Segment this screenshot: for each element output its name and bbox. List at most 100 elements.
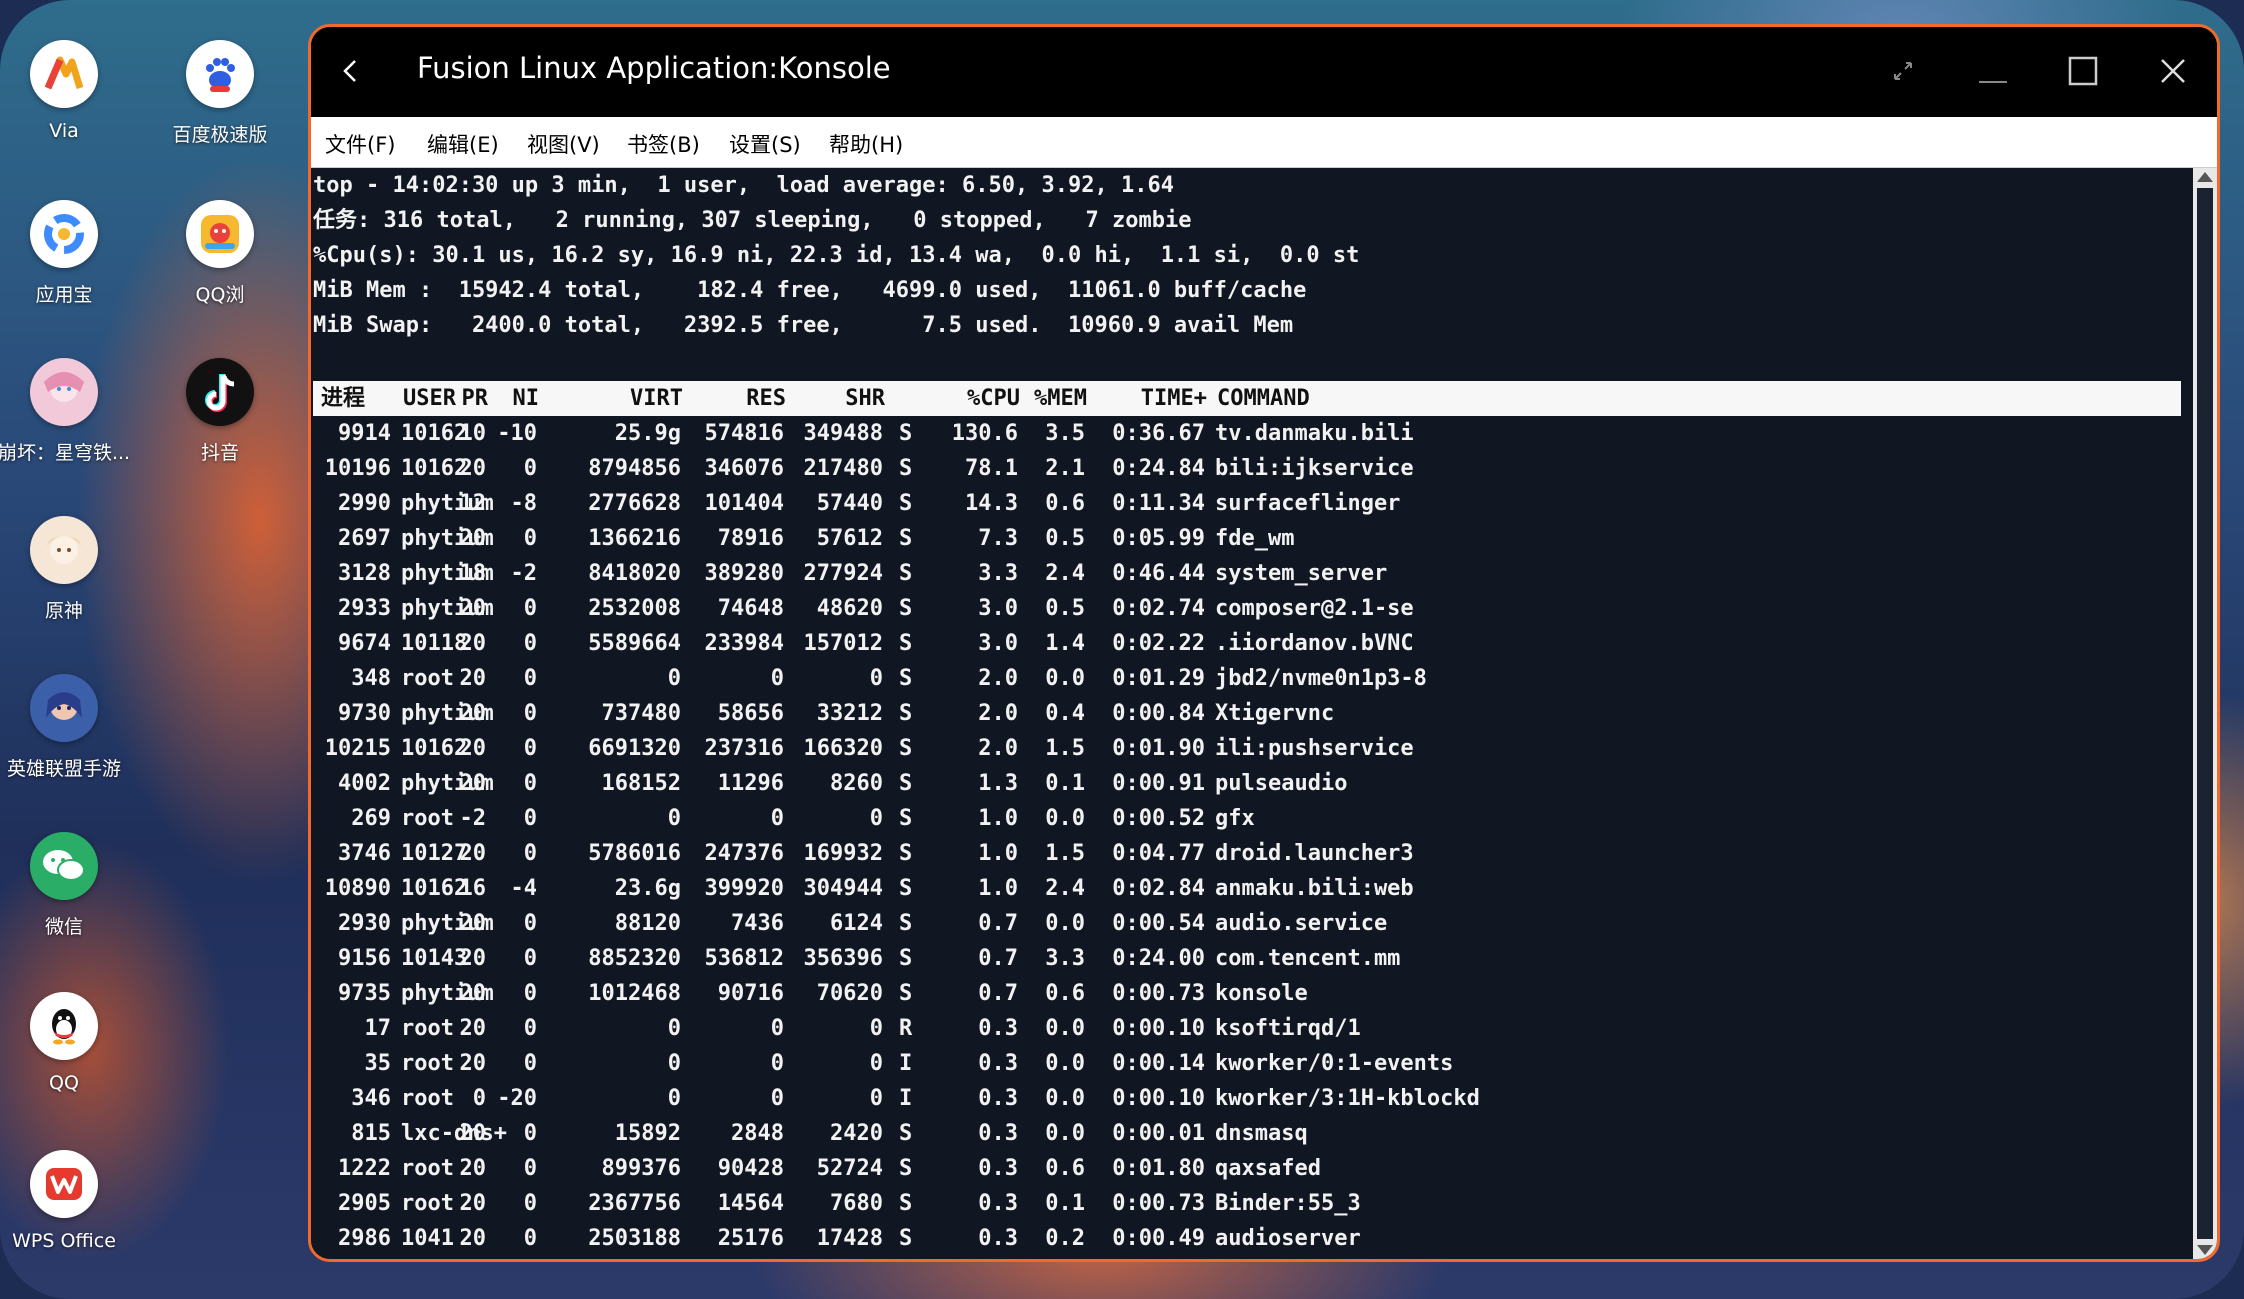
scrollbar-track[interactable] <box>2197 188 2213 1239</box>
cell-pr: 20 <box>459 841 487 866</box>
cell-pr: 20 <box>459 771 487 796</box>
app-qqbrowser[interactable]: QQ浏 <box>140 200 300 307</box>
process-row: 3746 10127 20 0 5786016 247376 169932 S 1.0 1.5 0:… <box>311 836 2179 871</box>
menu-help[interactable]: 帮助(H) <box>829 129 903 159</box>
app-yingyongbao[interactable]: 应用宝 <box>0 200 144 307</box>
col-header-cpu: %CPU <box>967 386 1020 411</box>
cell-cpu: 78.1 <box>965 456 1018 481</box>
process-table-header: 进程 USER PR NI VIRT RES SHR %CPU %MEM TIME+ COMMAND <box>313 381 2181 416</box>
cell-state: S <box>899 876 913 901</box>
cell-mem: 0.1 <box>1045 1191 1085 1216</box>
cell-pid: 2930 <box>338 911 391 936</box>
cell-pid: 2933 <box>338 596 391 621</box>
cell-ni: 0 <box>523 1156 537 1181</box>
cell-shr: 48620 <box>816 596 883 621</box>
cell-time: 0:24.84 <box>1112 456 1205 481</box>
cell-state: S <box>899 596 913 621</box>
cell-pid: 269 <box>351 806 391 831</box>
cell-time: 0:00.73 <box>1112 981 1205 1006</box>
cell-res: 346076 <box>704 456 784 481</box>
cell-mem: 0.6 <box>1045 1156 1085 1181</box>
summary-line-swap: MiB Swap: 2400.0 total, 2392.5 free, 7.5… <box>313 313 1294 338</box>
scroll-down-icon[interactable] <box>2197 1245 2213 1255</box>
cell-state: S <box>899 981 913 1006</box>
app-label: 崩坏：星穹铁... <box>0 442 131 464</box>
menu-bookmarks[interactable]: 书签(B) <box>627 129 700 159</box>
cell-pr: 12 <box>459 491 487 516</box>
col-header-pid: 进程 <box>321 386 366 411</box>
menu-file[interactable]: 文件(F) <box>325 129 395 159</box>
cell-virt: 0 <box>667 1086 681 1111</box>
menu-view[interactable]: 视图(V) <box>527 129 600 159</box>
cell-ni: 0 <box>523 806 537 831</box>
cell-mem: 0.5 <box>1045 526 1085 551</box>
app-dock: Via 应用宝 崩坏：星穹铁... 原神 英雄联盟手游 微信 QQ WPS Of… <box>0 0 300 1299</box>
cell-shr: 57612 <box>816 526 883 551</box>
cell-virt: 8418020 <box>588 561 681 586</box>
cell-state: S <box>899 631 913 656</box>
cell-user: 10127 <box>401 841 468 866</box>
app-lol[interactable]: 英雄联盟手游 <box>0 674 144 781</box>
cell-ni: 0 <box>523 666 537 691</box>
cell-time: 0:02.74 <box>1112 596 1205 621</box>
maximize-icon[interactable] <box>2061 49 2105 93</box>
cell-pid: 2697 <box>338 526 391 551</box>
cell-time: 0:36.67 <box>1112 421 1205 446</box>
cell-time: 0:01.29 <box>1112 666 1205 691</box>
minimize-icon[interactable] <box>1971 49 2015 93</box>
cell-ni: 0 <box>523 631 537 656</box>
terminal-output[interactable]: top - 14:02:30 up 3 min, 1 user, load av… <box>311 168 2191 1259</box>
cell-time: 0:01.90 <box>1112 736 1205 761</box>
cell-pid: 9156 <box>338 946 391 971</box>
cell-pid: 348 <box>351 666 391 691</box>
menu-edit[interactable]: 编辑(E) <box>427 129 499 159</box>
fullscreen-icon[interactable] <box>1881 49 1925 93</box>
process-row: 815 lxc-dns+ 20 0 15892 2848 2420 S 0.3 0.0 0:00.0… <box>311 1116 2179 1151</box>
close-icon[interactable] <box>2151 49 2195 93</box>
cell-ni: -20 <box>497 1086 537 1111</box>
app-douyin[interactable]: 抖音 <box>140 358 300 465</box>
cell-res: 536812 <box>704 946 784 971</box>
cell-ni: 0 <box>523 1121 537 1146</box>
cell-state: S <box>899 701 913 726</box>
cell-mem: 1.4 <box>1045 631 1085 656</box>
app-genshin[interactable]: 原神 <box>0 516 144 623</box>
menu-settings[interactable]: 设置(S) <box>729 129 801 159</box>
cell-virt: 0 <box>667 1016 681 1041</box>
process-row: 9156 10143 20 0 8852320 536812 356396 S 0.7 3.3 0:… <box>311 941 2179 976</box>
cell-virt: 6691320 <box>588 736 681 761</box>
cell-mem: 0.1 <box>1045 771 1085 796</box>
cell-command: dnsmasq <box>1215 1121 1308 1146</box>
cell-cpu: 3.3 <box>978 561 1018 586</box>
cell-cpu: 7.3 <box>978 526 1018 551</box>
cell-virt: 0 <box>667 666 681 691</box>
cell-state: R <box>899 1016 913 1041</box>
scroll-up-icon[interactable] <box>2197 172 2213 182</box>
cell-time: 0:00.49 <box>1112 1226 1205 1251</box>
process-row: 35 root 20 0 0 0 0 I 0.3 0.0 0:00.14 kworker/0:1-ev… <box>311 1046 2179 1081</box>
back-icon[interactable] <box>331 51 371 91</box>
cell-mem: 2.1 <box>1045 456 1085 481</box>
app-starrail[interactable]: 崩坏：星穹铁... <box>0 358 144 465</box>
terminal-scrollbar[interactable] <box>2193 168 2217 1259</box>
app-wps[interactable]: WPS Office <box>0 1150 144 1252</box>
cell-mem: 1.5 <box>1045 736 1085 761</box>
cell-user: root <box>401 806 454 831</box>
cell-pid: 10215 <box>324 736 391 761</box>
via-icon <box>30 40 98 108</box>
app-baidu[interactable]: 百度极速版 <box>140 40 300 147</box>
cell-ni: 0 <box>523 526 537 551</box>
app-wechat[interactable]: 微信 <box>0 832 144 939</box>
cell-time: 0:00.14 <box>1112 1051 1205 1076</box>
cell-pid: 2990 <box>338 491 391 516</box>
app-qq[interactable]: QQ <box>0 992 144 1094</box>
cell-shr: 0 <box>869 1086 883 1111</box>
col-header-ni: NI <box>512 386 540 411</box>
cell-res: 2848 <box>731 1121 784 1146</box>
cell-pr: 20 <box>459 596 487 621</box>
app-via[interactable]: Via <box>0 40 144 142</box>
summary-line-cpu: %Cpu(s): 30.1 us, 16.2 sy, 16.9 ni, 22.3… <box>313 243 1360 268</box>
cell-cpu: 2.0 <box>978 701 1018 726</box>
cell-command: kworker/0:1-events <box>1215 1051 1454 1076</box>
cell-pr: 20 <box>459 666 487 691</box>
